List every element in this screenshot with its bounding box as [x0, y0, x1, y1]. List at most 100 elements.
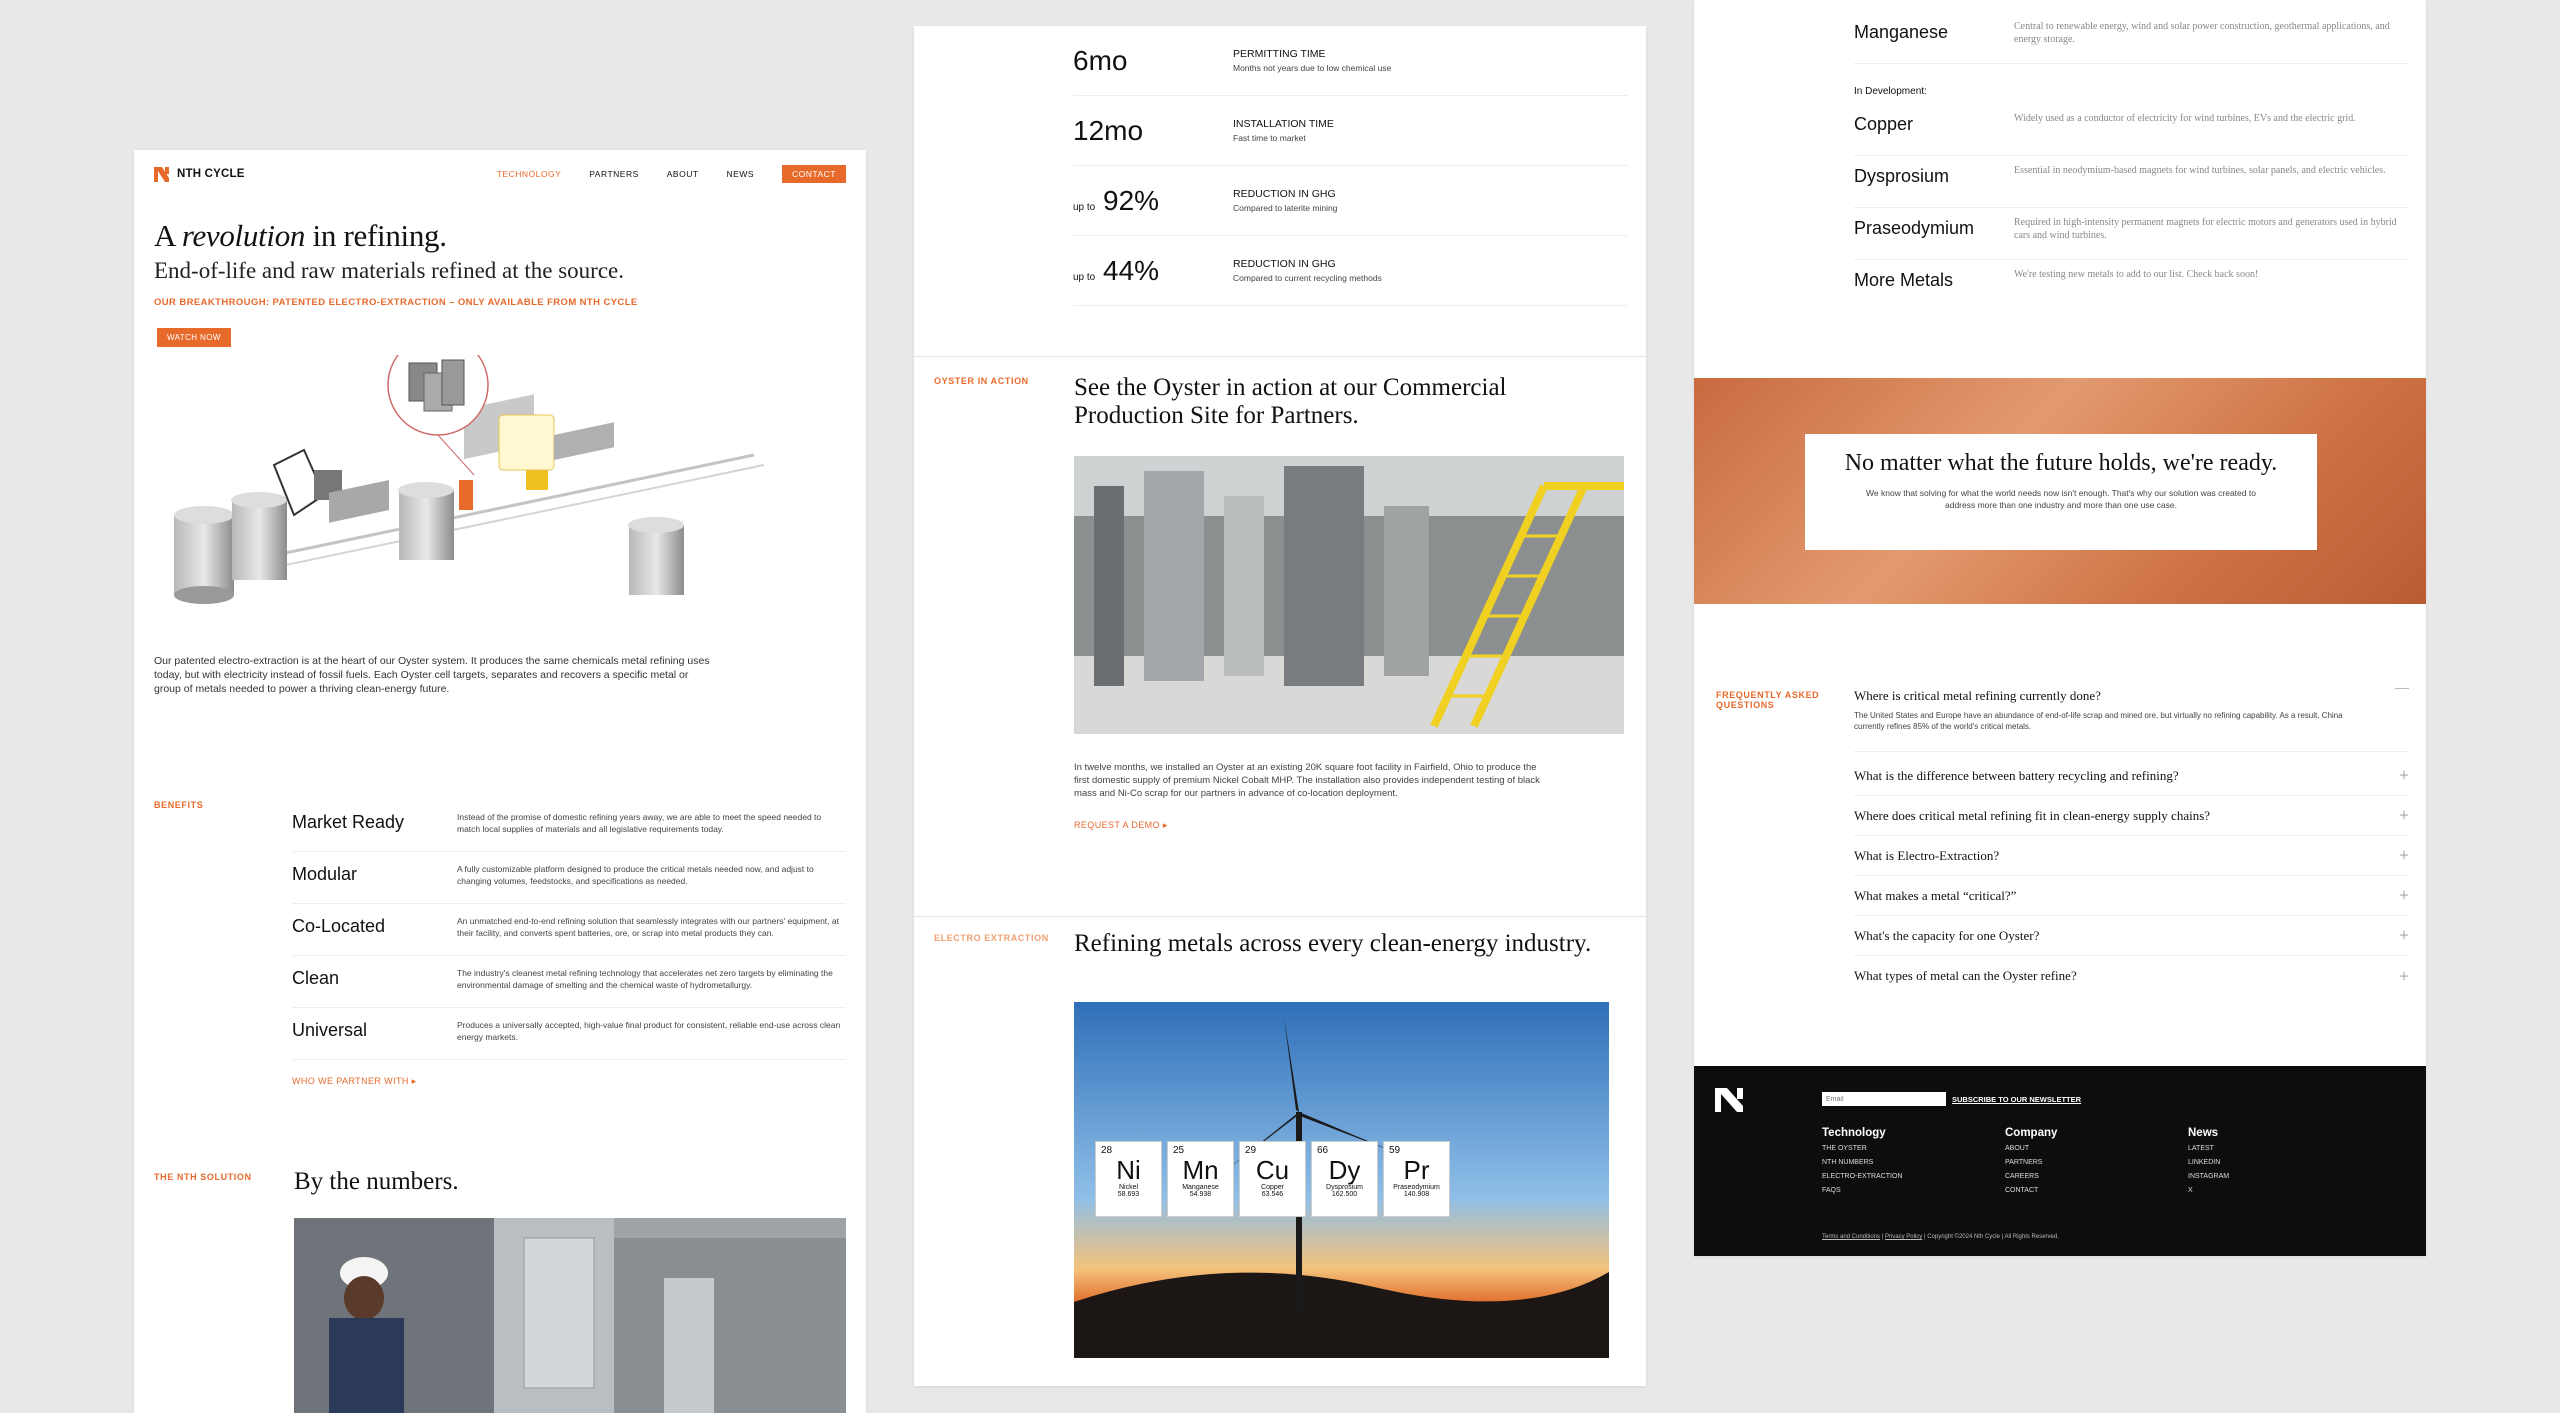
top-nav: NTH CYCLE TECHNOLOGY PARTNERS ABOUT NEWS… — [154, 164, 846, 184]
headline-pre: A — [154, 218, 182, 253]
faq-item[interactable]: What's the capacity for one Oyster? + — [1854, 916, 2409, 956]
metal-desc: We're testing new metals to add to our l… — [2014, 269, 2259, 280]
request-demo-link[interactable]: REQUEST A DEMO ▸ — [1074, 820, 1168, 831]
ready-card: No matter what the future holds, we're r… — [1805, 434, 2317, 550]
metal-desc: Required in high-intensity permanent mag… — [2014, 217, 2397, 241]
plus-icon[interactable]: + — [2399, 885, 2409, 906]
metal-desc: Widely used as a conductor of electricit… — [2014, 113, 2356, 124]
plus-icon[interactable]: + — [2399, 765, 2409, 786]
tank-left — [174, 506, 234, 604]
plus-icon[interactable]: + — [2399, 925, 2409, 946]
footer-col-title: Technology — [1822, 1127, 1886, 1139]
plus-icon[interactable]: + — [2399, 845, 2409, 866]
benefit-title: Co-Located — [292, 916, 386, 936]
privacy-link[interactable]: Privacy Policy — [1885, 1234, 1922, 1240]
faq-item[interactable]: What types of metal can the Oyster refin… — [1854, 956, 2409, 996]
faq-item[interactable]: What is the difference between battery r… — [1854, 756, 2409, 796]
stat-key: PERMITTING TIME Months not years due to l… — [1233, 48, 1391, 74]
headline-post: in refining. — [305, 218, 447, 253]
footer-link[interactable]: ELECTRO-EXTRACTION — [1822, 1170, 1903, 1184]
stat-value: up to 44% — [1073, 255, 1233, 287]
benefit-row: Co-Located An unmatched end-to-end refini… — [292, 904, 846, 956]
oyster-label: OYSTER IN ACTION — [934, 376, 1029, 386]
footer-link[interactable]: FAQS — [1822, 1184, 1903, 1198]
nav-about[interactable]: ABOUT — [667, 169, 699, 179]
footer-col-technology: Technology THE OYSTER NTH NUMBERS ELECTR… — [1822, 1126, 1903, 1198]
copyright-text: Copyright ©2024 Nth Cycle | All Rights R… — [1927, 1234, 2059, 1240]
footer-link[interactable]: LATEST — [2188, 1142, 2229, 1156]
footer-link[interactable]: PARTNERS — [2005, 1156, 2057, 1170]
footer-link[interactable]: LINKEDIN — [2188, 1156, 2229, 1170]
element-name: Copper — [1261, 1184, 1284, 1191]
benefits-label: BENEFITS — [154, 800, 204, 810]
faq-item-open[interactable]: Where is critical metal refining current… — [1854, 680, 2409, 752]
facility-photo — [1074, 456, 1624, 734]
faq-item[interactable]: What is Electro-Extraction? + — [1854, 836, 2409, 876]
benefit-desc: Instead of the promise of domestic refin… — [457, 812, 822, 834]
faq-label: FREQUENTLY ASKED QUESTIONS — [1716, 690, 1820, 710]
hero-tagline: OUR BREAKTHROUGH: PATENTED ELECTRO-EXTRA… — [154, 297, 638, 308]
homepage-panel: NTH CYCLE TECHNOLOGY PARTNERS ABOUT NEWS… — [134, 150, 866, 1413]
footer-link[interactable]: ABOUT — [2005, 1142, 2057, 1156]
benefits-section: BENEFITS Market Ready Instead of the prom… — [154, 800, 846, 1087]
electro-label: ELECTRO EXTRACTION — [934, 933, 1049, 943]
element-name: Nickel — [1118, 1184, 1139, 1191]
element-symbol: Pr — [1403, 1155, 1430, 1185]
stat-sub: Months not years due to low chemical use — [1233, 62, 1392, 73]
benefit-title: Clean — [292, 968, 340, 988]
benefit-title: Universal — [292, 1020, 368, 1040]
watch-now-button[interactable]: WATCH NOW — [157, 328, 231, 347]
footer-link[interactable]: NTH NUMBERS — [1822, 1156, 1903, 1170]
stat-sub: Compared to laterite mining — [1233, 202, 1338, 213]
headline-emphasis: revolution — [181, 218, 306, 253]
metal-desc: Central to renewable energy, wind and so… — [2014, 21, 2390, 45]
stat-number: 6mo — [1073, 44, 1128, 76]
oyster-title: See the Oyster in action at our Commerci… — [1074, 374, 1507, 429]
partner-link[interactable]: WHO WE PARTNER WITH ▸ — [292, 1076, 846, 1087]
plus-icon[interactable]: + — [2399, 966, 2409, 987]
subscribe-link[interactable]: SUBSCRIBE TO OUR NEWSLETTER — [1952, 1095, 2081, 1104]
stat-row: up to 44% REDUCTION IN GHG Compared to cu… — [1073, 236, 1628, 306]
footer-logo-icon[interactable] — [1715, 1088, 1743, 1112]
footer-link[interactable]: CONTACT — [2005, 1184, 2057, 1198]
element-tile: 25 Mn Manganese 54.938 — [1167, 1141, 1234, 1217]
footer-link[interactable]: CAREERS — [2005, 1170, 2057, 1184]
in-development-label: In Development: — [1854, 86, 1927, 97]
benefit-desc: An unmatched end-to-end refining solutio… — [457, 916, 839, 938]
element-tile: 29 Cu Copper 63.546 — [1239, 1141, 1306, 1217]
footer-link[interactable]: THE OYSTER — [1822, 1142, 1903, 1156]
faq-question: What's the capacity for one Oyster? — [1854, 927, 2040, 943]
worker-photo — [294, 1218, 846, 1413]
element-tile: 66 Dy Dysprosium 162.500 — [1311, 1141, 1378, 1217]
benefit-row: Modular A fully customizable platform des… — [292, 852, 846, 904]
metal-row: More Metals We're testing new metals to … — [1854, 260, 2409, 312]
minus-icon[interactable] — [2395, 688, 2409, 689]
terms-link[interactable]: Terms and Conditions — [1822, 1234, 1880, 1240]
footer-legal: Terms and Conditions | Privacy Policy | … — [1822, 1234, 2059, 1240]
faq-question: Where does critical metal refining fit i… — [1854, 807, 2211, 823]
benefit-desc: A fully customizable platform designed t… — [457, 864, 814, 886]
contact-button[interactable]: CONTACT — [782, 165, 846, 183]
brand-name: NTH CYCLE — [177, 168, 245, 180]
brand-logo[interactable]: NTH CYCLE — [154, 166, 245, 182]
stat-title: INSTALLATION TIME — [1233, 117, 1334, 130]
faq-item[interactable]: What makes a metal “critical?” + — [1854, 876, 2409, 916]
plus-icon[interactable]: + — [2399, 805, 2409, 826]
footer-link[interactable]: INSTAGRAM — [2188, 1170, 2229, 1184]
nav-news[interactable]: NEWS — [727, 169, 755, 179]
oyster-system-illustration — [174, 355, 765, 604]
newsletter-email-input[interactable] — [1822, 1092, 1946, 1106]
element-mass: 140.908 — [1403, 1191, 1430, 1198]
stat-number: 44% — [1103, 254, 1160, 286]
nav-technology[interactable]: TECHNOLOGY — [497, 169, 562, 179]
nav-partners[interactable]: PARTNERS — [589, 169, 639, 179]
faq-question: What is Electro-Extraction? — [1854, 847, 2000, 863]
faq-item[interactable]: Where does critical metal refining fit i… — [1854, 796, 2409, 836]
site-footer: SUBSCRIBE TO OUR NEWSLETTER Technology T… — [1694, 1066, 2426, 1256]
stat-title: REDUCTION IN GHG — [1233, 187, 1336, 200]
faq-question: What makes a metal “critical?” — [1854, 887, 2017, 903]
footer-link[interactable]: X — [2188, 1184, 2229, 1198]
stat-sub: Compared to current recycling methods — [1233, 272, 1382, 283]
numbers-title: By the numbers. — [294, 1168, 459, 1195]
benefit-desc: Produces a universally accepted, high-va… — [457, 1020, 841, 1042]
